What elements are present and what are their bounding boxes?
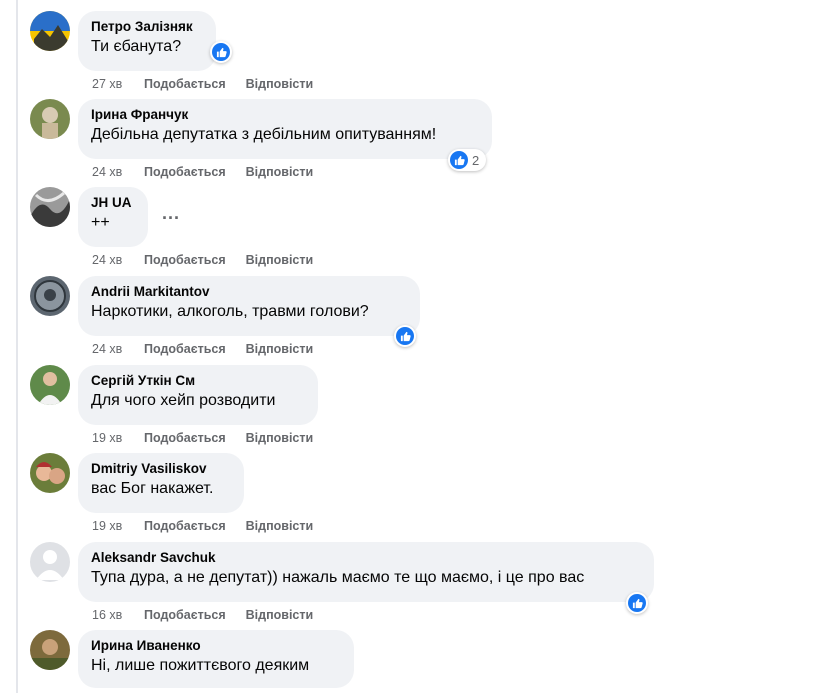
comment-bubble: Ірина Франчук Дебільна депутатка з дебіл…: [78, 99, 492, 159]
comment-author[interactable]: Петро Залізняк: [91, 18, 203, 35]
comment-actions: 27 хв Подобається Відповісти: [92, 76, 313, 92]
comment-author[interactable]: Ирина Иваненко: [91, 637, 341, 654]
reaction-badge[interactable]: [394, 325, 416, 347]
thumbs-up-icon: [450, 151, 468, 169]
comment-text: Дебільна депутатка з дебільним опитуванн…: [91, 126, 437, 143]
comment-author[interactable]: Ірина Франчук: [91, 106, 479, 123]
comment-bubble: Dmitriy Vasiliskov вас Бог накажет.: [78, 453, 244, 513]
avatar[interactable]: [30, 630, 70, 670]
thread-line: [16, 0, 18, 693]
comment-bubble: Сергій Уткін См Для чого хейп розводити: [78, 365, 318, 425]
comment-timestamp[interactable]: 19 хв: [92, 430, 144, 446]
comment-actions: 24 хв Подобається Відповісти: [92, 252, 313, 268]
comment-actions: 19 хв Подобається Відповісти: [92, 430, 313, 446]
like-link[interactable]: Подобається: [144, 252, 226, 268]
comment-text: Для чого хейп розводити: [91, 392, 276, 409]
thumbs-up-icon: [396, 327, 414, 345]
thumbs-up-icon: [628, 594, 646, 612]
comment-actions: 24 хв Подобається Відповісти: [92, 341, 313, 357]
comment-actions: 24 хв Подобається Відповісти: [92, 164, 313, 180]
comment-thread: Петро Залізняк Ти єбанута? 27 хв Подобаєт…: [0, 0, 823, 693]
more-options-icon[interactable]: ...: [162, 203, 180, 224]
avatar[interactable]: [30, 453, 70, 493]
reply-link[interactable]: Відповісти: [246, 607, 314, 623]
like-link[interactable]: Подобається: [144, 430, 226, 446]
comment-author[interactable]: Andrii Markitantov: [91, 283, 407, 300]
comment-author[interactable]: Сергій Уткін См: [91, 372, 305, 389]
comment-timestamp[interactable]: 27 хв: [92, 76, 144, 92]
comment-timestamp[interactable]: 24 хв: [92, 164, 144, 180]
comment-text: ++: [91, 214, 110, 231]
like-link[interactable]: Подобається: [144, 607, 226, 623]
comment-author[interactable]: JH UA: [91, 194, 135, 211]
reaction-badge[interactable]: [210, 41, 232, 63]
comment-text: Тупа дура, а не депутат)) нажаль маємо т…: [91, 569, 585, 586]
comment-author[interactable]: Aleksandr Savchuk: [91, 549, 641, 566]
comment-text: Ти єбанута?: [91, 38, 182, 55]
avatar[interactable]: [30, 99, 70, 139]
avatar[interactable]: [30, 187, 70, 227]
avatar[interactable]: [30, 276, 70, 316]
comment-timestamp[interactable]: 19 хв: [92, 518, 144, 534]
comment-timestamp[interactable]: 24 хв: [92, 252, 144, 268]
reply-link[interactable]: Відповісти: [246, 164, 314, 180]
reply-link[interactable]: Відповісти: [246, 76, 314, 92]
avatar[interactable]: [30, 542, 70, 582]
like-link[interactable]: Подобається: [144, 341, 226, 357]
comment-timestamp[interactable]: 24 хв: [92, 341, 144, 357]
reply-link[interactable]: Відповісти: [246, 341, 314, 357]
avatar[interactable]: [30, 11, 70, 51]
comment-bubble: Aleksandr Savchuk Тупа дура, а не депута…: [78, 542, 654, 602]
reaction-badge[interactable]: [626, 592, 648, 614]
reply-link[interactable]: Відповісти: [246, 430, 314, 446]
avatar[interactable]: [30, 365, 70, 405]
like-link[interactable]: Подобається: [144, 76, 226, 92]
reaction-count: 2: [472, 152, 480, 168]
like-link[interactable]: Подобається: [144, 518, 226, 534]
comment-text: вас Бог накажет.: [91, 480, 214, 497]
comment-bubble: Ирина Иваненко Ні, лише пожиттєвого деяк…: [78, 630, 354, 688]
comment-author[interactable]: Dmitriy Vasiliskov: [91, 460, 231, 477]
comment-actions: 16 хв Подобається Відповісти: [92, 607, 313, 623]
reaction-badge[interactable]: 2: [448, 149, 487, 171]
reply-link[interactable]: Відповісти: [246, 518, 314, 534]
comment-text: Ні, лише пожиттєвого деяким: [91, 657, 310, 674]
comment-timestamp[interactable]: 16 хв: [92, 607, 144, 623]
comment-bubble: Andrii Markitantov Наркотики, алкоголь, …: [78, 276, 420, 336]
comment-text: Наркотики, алкоголь, травми голови?: [91, 303, 369, 320]
like-link[interactable]: Подобається: [144, 164, 226, 180]
reply-link[interactable]: Відповісти: [246, 252, 314, 268]
comment-bubble: JH UA ++: [78, 187, 148, 247]
comment-actions: 19 хв Подобається Відповісти: [92, 518, 313, 534]
thumbs-up-icon: [212, 43, 230, 61]
comment-bubble: Петро Залізняк Ти єбанута?: [78, 11, 216, 71]
